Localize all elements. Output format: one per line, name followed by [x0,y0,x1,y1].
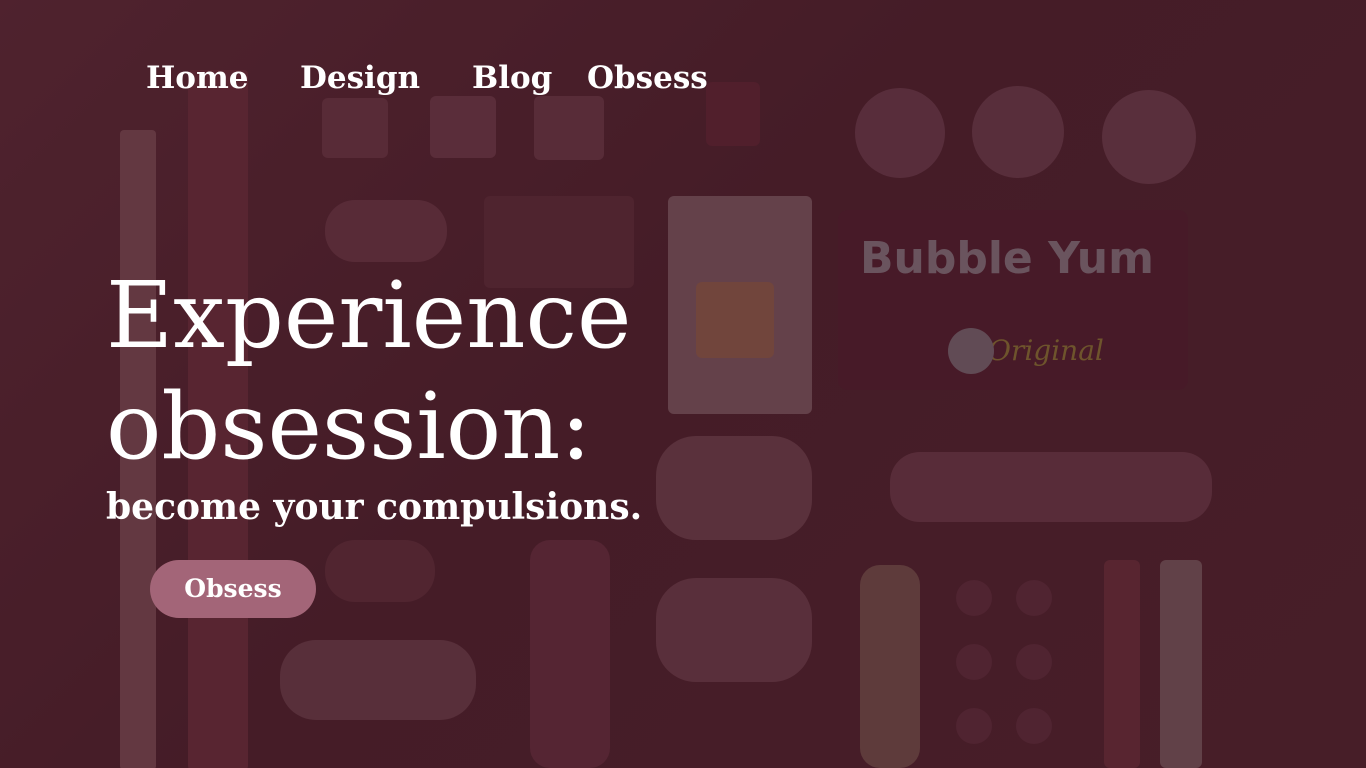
page: Bubble Yum Original Home Design Blog Obs… [0,0,1366,768]
nav-home-link[interactable]: Home [146,58,249,98]
nav-design-link[interactable]: Design [300,58,420,98]
hero-heading-line1: Experience [106,262,632,369]
nav-blog-link[interactable]: Blog [472,58,552,98]
hero-heading-line2: obsession: [106,373,592,480]
obsess-cta-button[interactable]: Obsess [150,560,316,618]
hero-subtitle: become your compulsions. [106,486,643,528]
nav-obsess-link[interactable]: Obsess [587,58,708,98]
